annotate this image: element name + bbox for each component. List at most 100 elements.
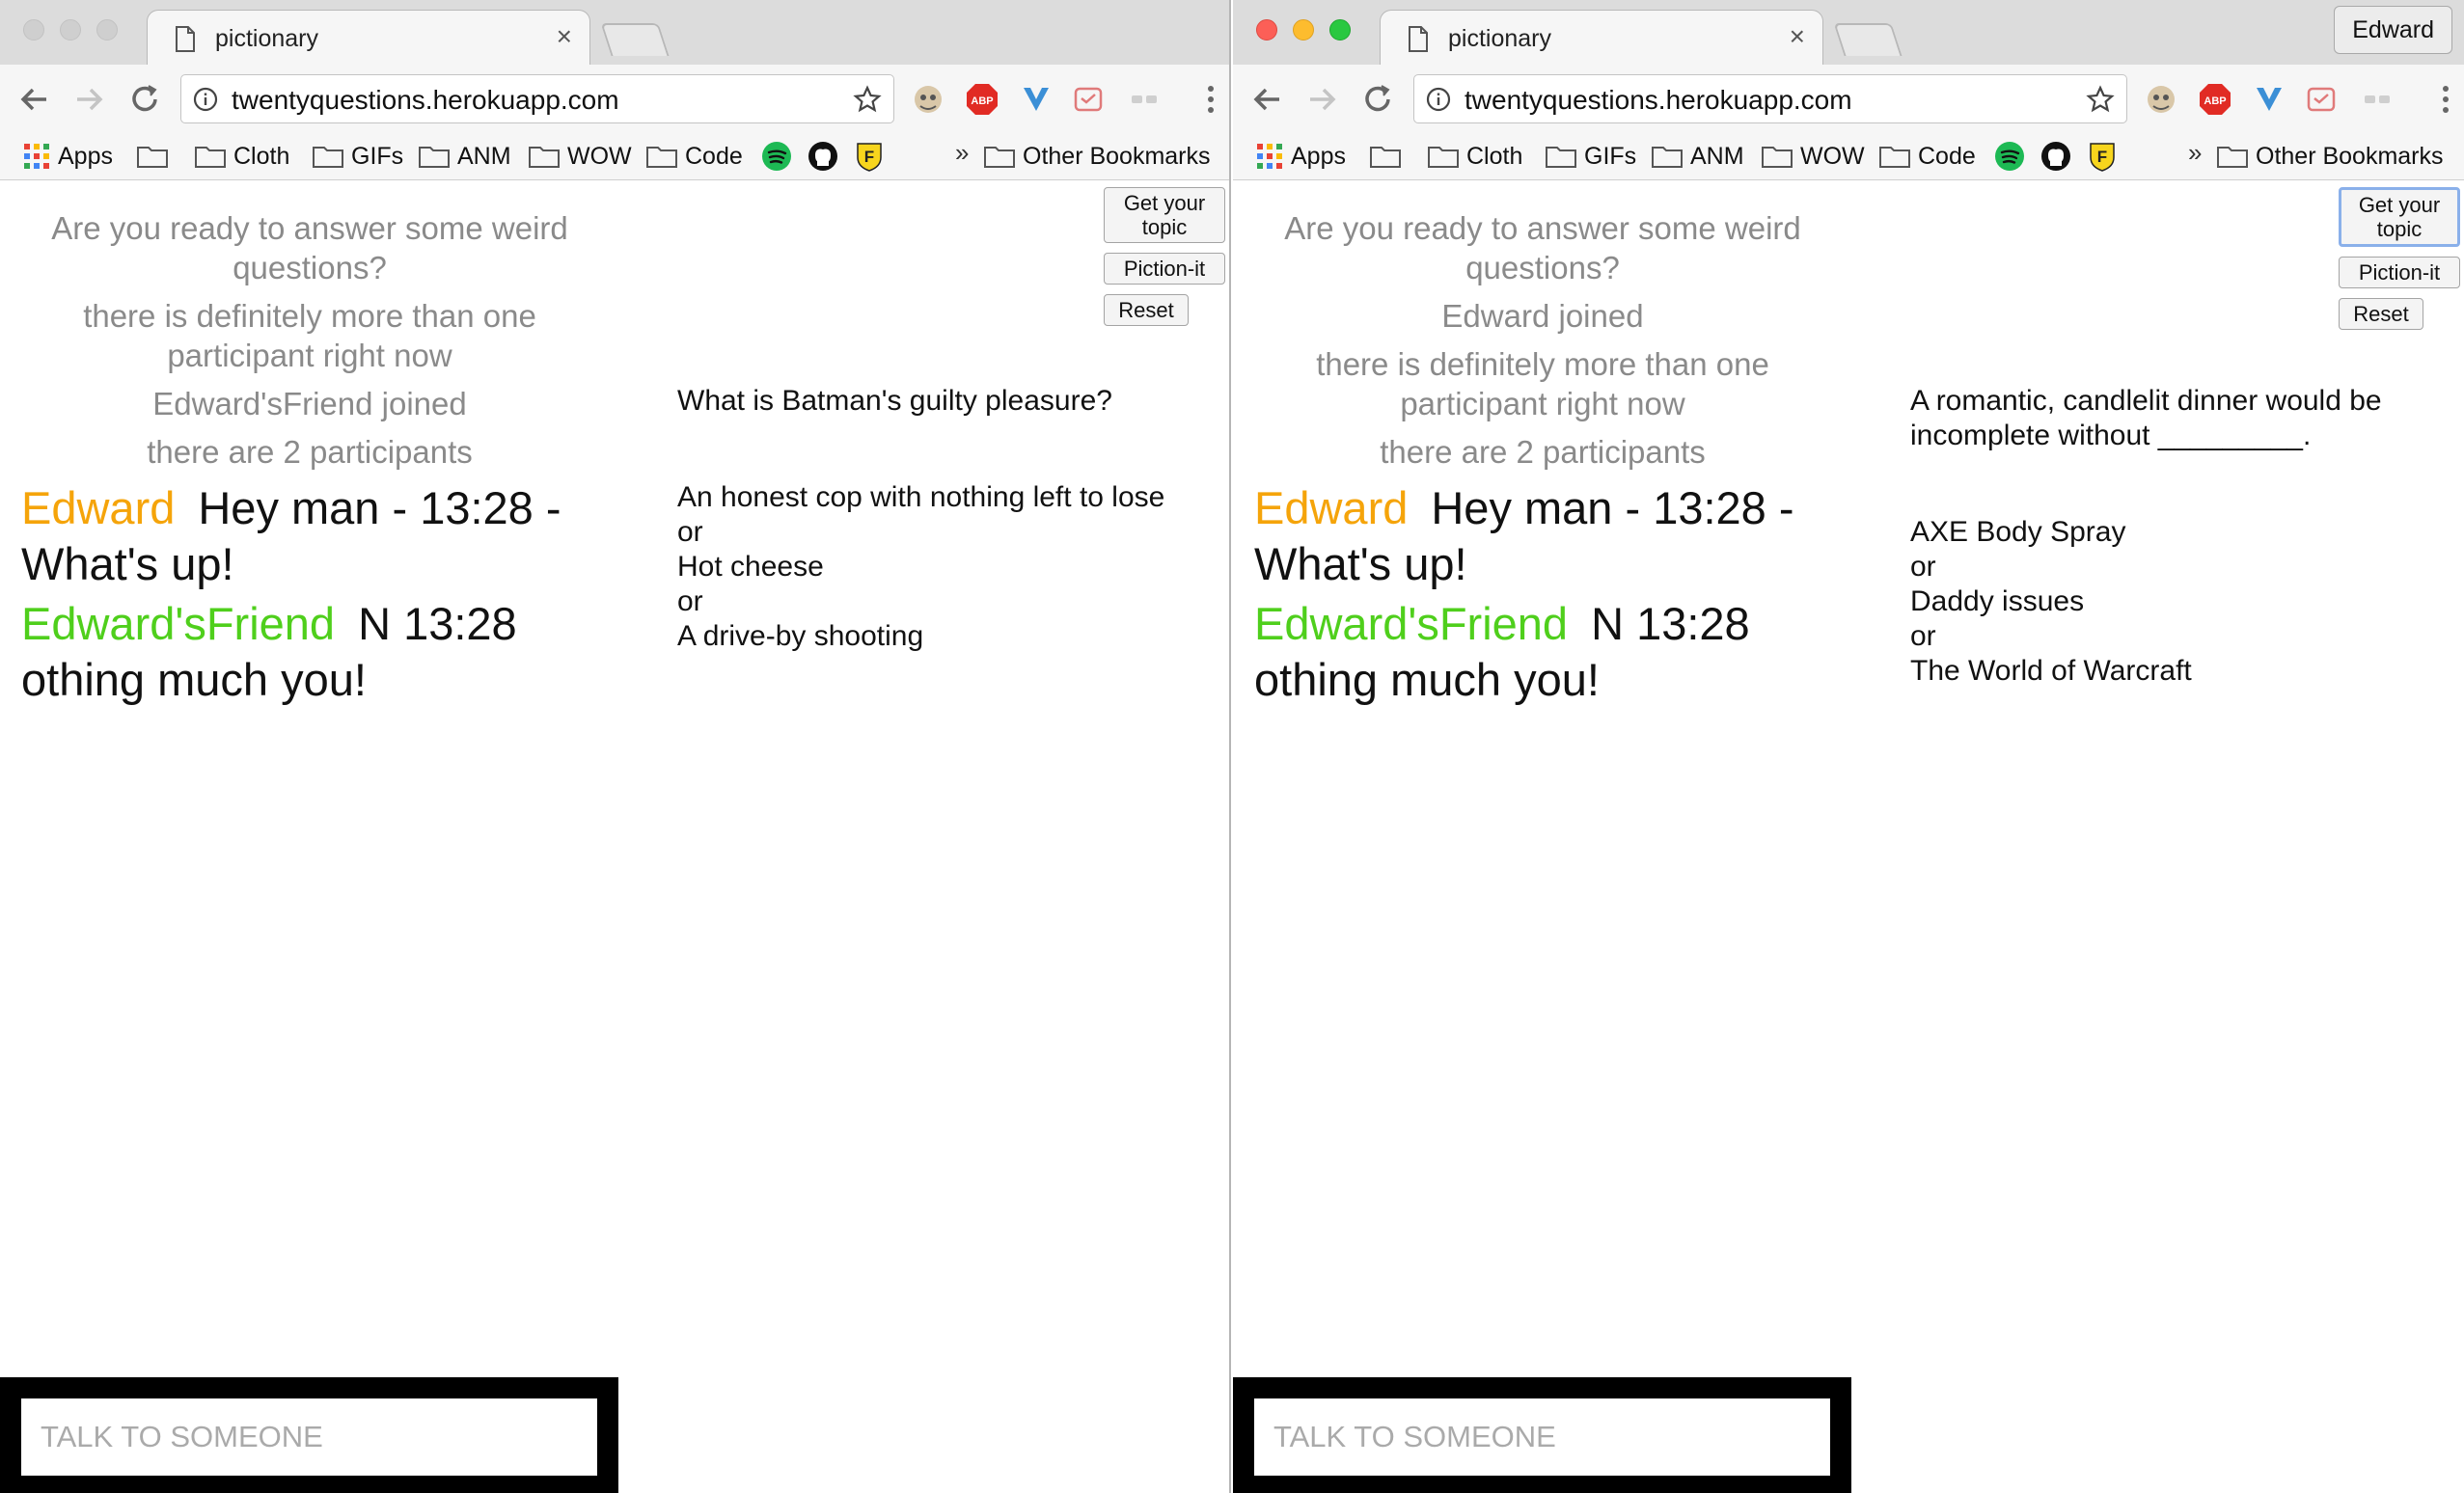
piction-it-button[interactable]: Piction-it: [2339, 257, 2460, 288]
folder-icon: [1652, 147, 1683, 168]
reset-button[interactable]: Reset: [2339, 298, 2423, 330]
reload-icon[interactable]: [1358, 80, 1397, 119]
new-tab-button[interactable]: [600, 23, 670, 56]
close-window-button[interactable]: [23, 19, 44, 41]
info-icon[interactable]: [1426, 87, 1451, 112]
chat-message: Edward'sFriend N 13:28 othing much you!: [21, 596, 598, 708]
bookmark-apps[interactable]: Apps: [23, 140, 113, 173]
close-tab-button[interactable]: ×: [557, 22, 572, 51]
bookmark-folder-anm[interactable]: ANM: [419, 140, 511, 173]
address-bar[interactable]: twentyquestions.herokuapp.com: [180, 74, 894, 123]
spotify-icon[interactable]: [760, 140, 793, 173]
back-arrow-icon[interactable]: [15, 80, 54, 119]
folder-icon: [2217, 147, 2248, 168]
bookmark-folder-gifs[interactable]: GIFs: [1546, 140, 1636, 173]
tab-strip: pictionary ×: [0, 0, 1229, 66]
red-extension-icon[interactable]: [1071, 82, 1106, 117]
game-controls: Get your topic Piction-it Reset: [1104, 187, 1225, 326]
github-icon[interactable]: [807, 140, 839, 173]
window-controls[interactable]: [23, 19, 118, 41]
star-icon[interactable]: [2086, 85, 2115, 114]
folder-icon: [1546, 147, 1576, 168]
v-extension-icon[interactable]: [2252, 82, 2286, 117]
reload-icon[interactable]: [125, 80, 164, 119]
red-extension-icon[interactable]: [2304, 82, 2339, 117]
close-tab-button[interactable]: ×: [1790, 22, 1805, 51]
bookmark-label: GIFs: [351, 142, 404, 170]
bookmarks-overflow-button[interactable]: »: [2188, 138, 2202, 168]
minimize-window-button[interactable]: [60, 19, 81, 41]
close-window-button[interactable]: [1256, 19, 1277, 41]
bookmark-folder-unnamed[interactable]: [137, 140, 168, 173]
answer-separator: or: [677, 516, 703, 548]
page-content: Are you ready to answer some weird quest…: [1233, 181, 2464, 1493]
bookmark-label: ANM: [1690, 142, 1744, 170]
info-icon[interactable]: [193, 87, 218, 112]
bookmarks-bar: Apps Cloth GIFs ANM WOW Code F » Other B…: [1233, 132, 2464, 180]
folder-icon: [419, 147, 450, 168]
bookmark-folder-anm[interactable]: ANM: [1652, 140, 1744, 173]
grey-extension-icon[interactable]: [1127, 82, 1162, 117]
tab-strip: pictionary × Edward: [1233, 0, 2464, 66]
bookmark-folder-cloth[interactable]: Cloth: [1428, 140, 1522, 173]
bookmark-other[interactable]: Other Bookmarks: [2217, 140, 2444, 173]
menu-dots-icon[interactable]: [1206, 84, 1216, 115]
zoom-window-button[interactable]: [1329, 19, 1351, 41]
piction-it-button[interactable]: Piction-it: [1104, 253, 1225, 285]
adblock-icon[interactable]: ABP: [2198, 82, 2232, 117]
back-arrow-icon[interactable]: [1248, 80, 1287, 119]
github-icon[interactable]: [2040, 140, 2072, 173]
bookmark-label: ANM: [457, 142, 511, 170]
bookmark-label: WOW: [1800, 142, 1865, 170]
f-badge-icon[interactable]: F: [853, 140, 886, 173]
cartoon-extension-icon[interactable]: [911, 82, 945, 117]
bookmark-label: Cloth: [233, 142, 290, 170]
bookmark-apps[interactable]: Apps: [1256, 140, 1346, 173]
get-topic-button[interactable]: Get your topic: [1104, 187, 1225, 243]
chat-input[interactable]: [1254, 1398, 1830, 1476]
chat-message: Edward Hey man - 13:28 - What's up!: [1254, 480, 1831, 592]
folder-icon: [195, 147, 226, 168]
tab-pictionary[interactable]: pictionary ×: [1380, 10, 1823, 66]
url-text: twentyquestions.herokuapp.com: [1465, 85, 1852, 115]
profile-button[interactable]: Edward: [2334, 6, 2452, 54]
grey-extension-icon[interactable]: [2360, 82, 2395, 117]
bookmark-label: Other Bookmarks: [1023, 142, 1211, 170]
answer-separator: or: [1910, 551, 1936, 583]
forward-arrow-icon[interactable]: [1302, 80, 1341, 119]
browser-window-left: pictionary × twentyquestions.herokuapp.c…: [0, 0, 1231, 1493]
bookmark-other[interactable]: Other Bookmarks: [984, 140, 1211, 173]
bookmark-folder-cloth[interactable]: Cloth: [195, 140, 289, 173]
v-extension-icon[interactable]: [1019, 82, 1054, 117]
cartoon-extension-icon[interactable]: [2144, 82, 2178, 117]
bookmark-folder-gifs[interactable]: GIFs: [313, 140, 403, 173]
minimize-window-button[interactable]: [1293, 19, 1314, 41]
get-topic-button[interactable]: Get your topic: [2339, 187, 2460, 247]
menu-dots-icon[interactable]: [2441, 84, 2450, 115]
bookmark-apps-label: Apps: [58, 142, 113, 170]
address-bar[interactable]: twentyquestions.herokuapp.com: [1413, 74, 2127, 123]
chat-input-bar: [0, 1377, 618, 1493]
forward-arrow-icon[interactable]: [69, 80, 108, 119]
bookmark-folder-unnamed[interactable]: [1370, 140, 1401, 173]
window-controls[interactable]: [1256, 19, 1351, 41]
bookmark-folder-code[interactable]: Code: [1879, 140, 1976, 173]
bookmark-folder-code[interactable]: Code: [646, 140, 743, 173]
spotify-icon[interactable]: [1993, 140, 2026, 173]
zoom-window-button[interactable]: [96, 19, 118, 41]
adblock-icon[interactable]: ABP: [965, 82, 999, 117]
f-badge-icon[interactable]: F: [2086, 140, 2119, 173]
answer-option: The World of Warcraft: [1910, 655, 2192, 687]
reset-button[interactable]: Reset: [1104, 294, 1189, 326]
bookmark-folder-wow[interactable]: WOW: [529, 140, 632, 173]
bookmarks-overflow-button[interactable]: »: [955, 138, 969, 168]
folder-icon: [1428, 147, 1459, 168]
bookmark-apps-label: Apps: [1291, 142, 1346, 170]
bookmark-label: Code: [1918, 142, 1976, 170]
tab-pictionary[interactable]: pictionary ×: [147, 10, 590, 66]
star-icon[interactable]: [853, 85, 882, 114]
answer-option: AXE Body Spray: [1910, 516, 2126, 548]
chat-input[interactable]: [21, 1398, 597, 1476]
bookmark-folder-wow[interactable]: WOW: [1762, 140, 1865, 173]
new-tab-button[interactable]: [1833, 23, 1903, 56]
